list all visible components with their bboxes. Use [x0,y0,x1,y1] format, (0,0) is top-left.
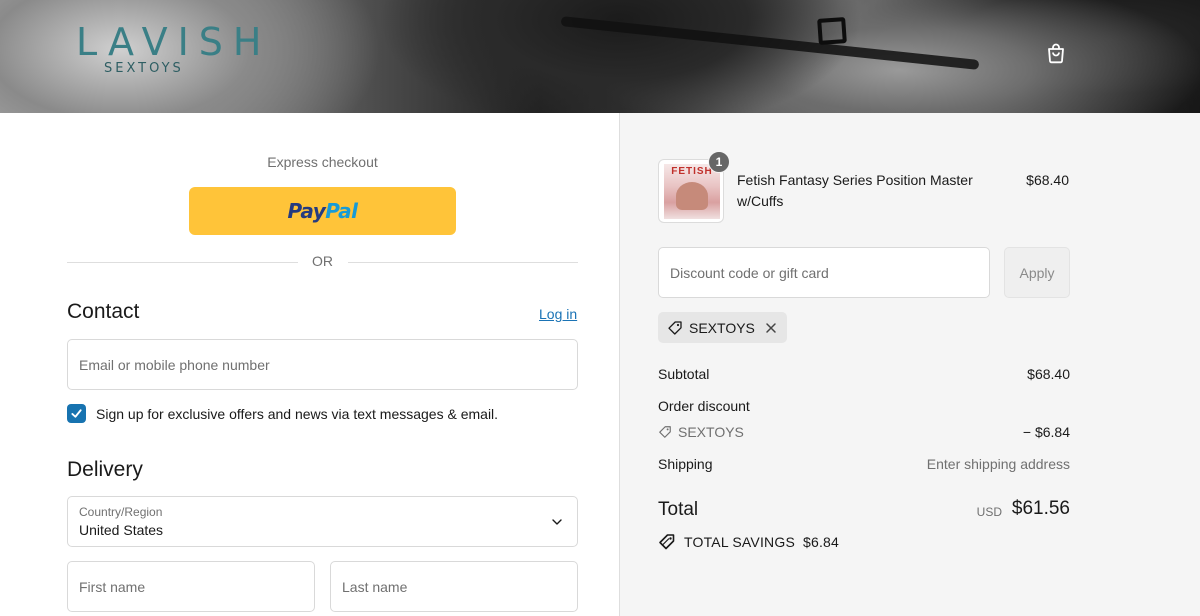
tag-icon [668,320,682,335]
first-name-field[interactable] [67,561,315,612]
subtotal-value: $68.40 [1027,366,1070,382]
or-divider: OR [67,253,578,271]
total-value: $61.56 [1011,498,1070,519]
total-savings: TOTAL SAVINGS $6.84 [658,533,839,551]
order-discount-row: Order discount [658,398,1070,416]
divider-line-right [348,262,578,263]
checkmark-icon [71,409,82,418]
delivery-heading: Delivery [67,458,143,481]
login-link[interactable]: Log in [539,306,577,322]
country-select[interactable]: Country/Region United States [67,496,578,547]
paypal-button[interactable]: Pay Pal [189,187,456,235]
signup-label: Sign up for exclusive offers and news vi… [96,405,499,422]
remove-discount-icon[interactable] [765,322,777,334]
signup-option[interactable]: Sign up for exclusive offers and news vi… [67,404,498,423]
shipping-label: Shipping [658,456,713,472]
discount-code-label: SEXTOYS [678,424,744,440]
discount-value: − $6.84 [1022,424,1070,440]
email-input[interactable] [68,340,577,389]
apply-button[interactable]: Apply [1004,247,1070,298]
product-name: Fetish Fantasy Series Position Master w/… [737,172,973,209]
savings-value: $6.84 [803,534,840,550]
paypal-logo-pay: Pay [287,199,326,223]
savings-label: TOTAL SAVINGS [684,534,795,550]
or-label: OR [312,253,333,269]
order-discount-label: Order discount [658,398,750,414]
checkout-form-column: Express checkout Pay Pal OR Contact Log i… [0,113,619,616]
shipping-value: Enter shipping address [926,456,1070,472]
banner-strap-decoration [560,16,980,70]
quantity-badge: 1 [708,151,730,173]
discount-input[interactable] [659,248,989,297]
header-banner: LAVISH SEXTOYS [0,0,1200,113]
total-label: Total [658,499,699,520]
shopping-bag-icon[interactable] [1044,41,1068,65]
applied-code-label: SEXTOYS [689,319,755,336]
chevron-down-icon [552,519,562,525]
product-price: $68.40 [1026,172,1069,188]
applied-discount-chip: SEXTOYS [658,312,787,343]
logo-subtitle: SEXTOYS [104,61,184,76]
discount-detail-row: SEXTOYS − $6.84 [658,424,1070,442]
savings-tag-icon [659,534,675,550]
country-label: Country/Region [79,505,163,519]
subtotal-row: Subtotal $68.40 [658,366,1070,384]
subtotal-label: Subtotal [658,366,710,382]
last-name-input[interactable] [331,562,577,611]
email-field[interactable] [67,339,578,390]
store-logo[interactable]: LAVISH SEXTOYS [76,22,272,76]
product-image: FETISH [664,164,720,219]
contact-heading: Contact [67,300,140,323]
express-checkout-label: Express checkout [267,154,378,170]
last-name-field[interactable] [330,561,578,612]
logo-wordmark: LAVISH [76,20,272,64]
shipping-row: Shipping Enter shipping address [658,456,1070,474]
paypal-logo-pal: Pal [325,199,358,223]
country-value: United States [79,522,164,538]
discount-field[interactable] [658,247,990,298]
order-summary-column: FETISH 1 Fetish Fantasy Series Position … [619,113,1200,616]
discount-code: SEXTOYS [658,424,744,440]
first-name-input[interactable] [68,562,314,611]
signup-checkbox[interactable] [67,404,86,423]
banner-buckle-decoration [817,17,847,45]
total-currency: USD [976,505,1002,519]
product-image-figure [676,182,708,210]
tag-icon [659,426,671,438]
